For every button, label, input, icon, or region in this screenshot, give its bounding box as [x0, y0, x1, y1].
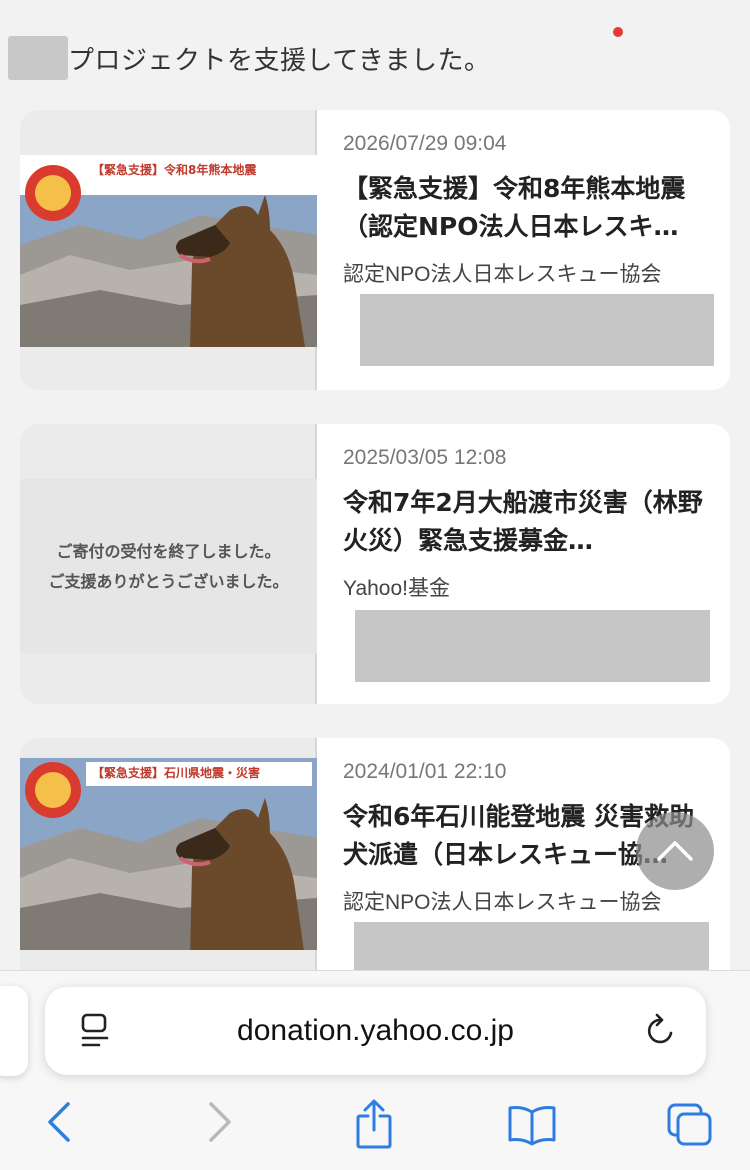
redacted-name — [8, 36, 68, 80]
address-bar[interactable]: donation.yahoo.co.jp — [45, 987, 706, 1075]
support-date: 2024/01/01 22:10 — [343, 760, 507, 783]
project-info: 2025/03/05 12:08 令和7年2月大船渡市災害（林野火災）緊急支援募… — [343, 424, 716, 602]
organization-name: 認定NPO法人日本レスキュー協会 — [343, 263, 662, 286]
project-card[interactable]: ご寄付の受付を終了しました。 ご支援ありがとうございました。 2025/03/0… — [20, 424, 730, 704]
ended-notice: ご寄付の受付を終了しました。 ご支援ありがとうございました。 — [20, 479, 317, 654]
notification-dot — [613, 27, 623, 37]
book-icon[interactable] — [506, 1104, 558, 1146]
header-text: プロジェクトを支援してきました。 — [68, 45, 491, 76]
redacted-block — [355, 610, 710, 682]
support-date: 2025/03/05 12:08 — [343, 446, 507, 469]
banner-text: 【緊急支援】令和8年熊本地震 — [92, 163, 257, 177]
rescue-dog-image: 【緊急支援】石川県地震・災害 — [20, 758, 317, 950]
reload-icon[interactable] — [644, 1013, 678, 1049]
project-title[interactable]: 【緊急支援】令和8年熊本地震（認定NPO法人日本レスキ… — [343, 170, 716, 246]
banner-text: 【緊急支援】石川県地震・災害 — [92, 766, 261, 780]
url-text[interactable]: donation.yahoo.co.jp — [45, 987, 706, 1075]
organization-name: Yahoo!基金 — [343, 577, 450, 600]
project-thumbnail: 【緊急支援】令和8年熊本地震 — [20, 110, 317, 390]
previous-tab-preview[interactable] — [0, 986, 28, 1076]
tabs-icon[interactable] — [666, 1102, 714, 1148]
project-thumbnail: 【緊急支援】石川県地震・災害 — [20, 738, 317, 998]
rescue-dog-image: 【緊急支援】令和8年熊本地震 — [20, 155, 317, 347]
back-icon[interactable] — [44, 1100, 74, 1144]
forward-icon[interactable] — [205, 1100, 235, 1144]
project-title[interactable]: 令和7年2月大船渡市災害（林野火災）緊急支援募金… — [343, 484, 716, 560]
organization-name: 認定NPO法人日本レスキュー協会 — [343, 891, 662, 914]
ended-line-2: ご支援ありがとうございました。 — [48, 571, 289, 591]
redacted-block — [360, 294, 714, 366]
share-icon[interactable] — [354, 1098, 394, 1150]
project-card[interactable]: 【緊急支援】令和8年熊本地震 2026/07/29 09:04 【緊急支援】令和… — [20, 110, 730, 390]
project-card[interactable]: 【緊急支援】石川県地震・災害 2024/01/01 22:10 令和6年石川能登… — [20, 738, 730, 998]
section-header: プロジェクトを支援してきました。 — [8, 36, 490, 80]
project-info: 2026/07/29 09:04 【緊急支援】令和8年熊本地震（認定NPO法人日… — [343, 110, 716, 288]
support-date: 2026/07/29 09:04 — [343, 132, 507, 155]
chevron-up-icon — [657, 841, 693, 861]
ended-line-1: ご寄付の受付を終了しました。 — [56, 541, 281, 561]
project-thumbnail: ご寄付の受付を終了しました。 ご支援ありがとうございました。 — [20, 424, 317, 704]
scroll-to-top-button[interactable] — [636, 812, 714, 890]
